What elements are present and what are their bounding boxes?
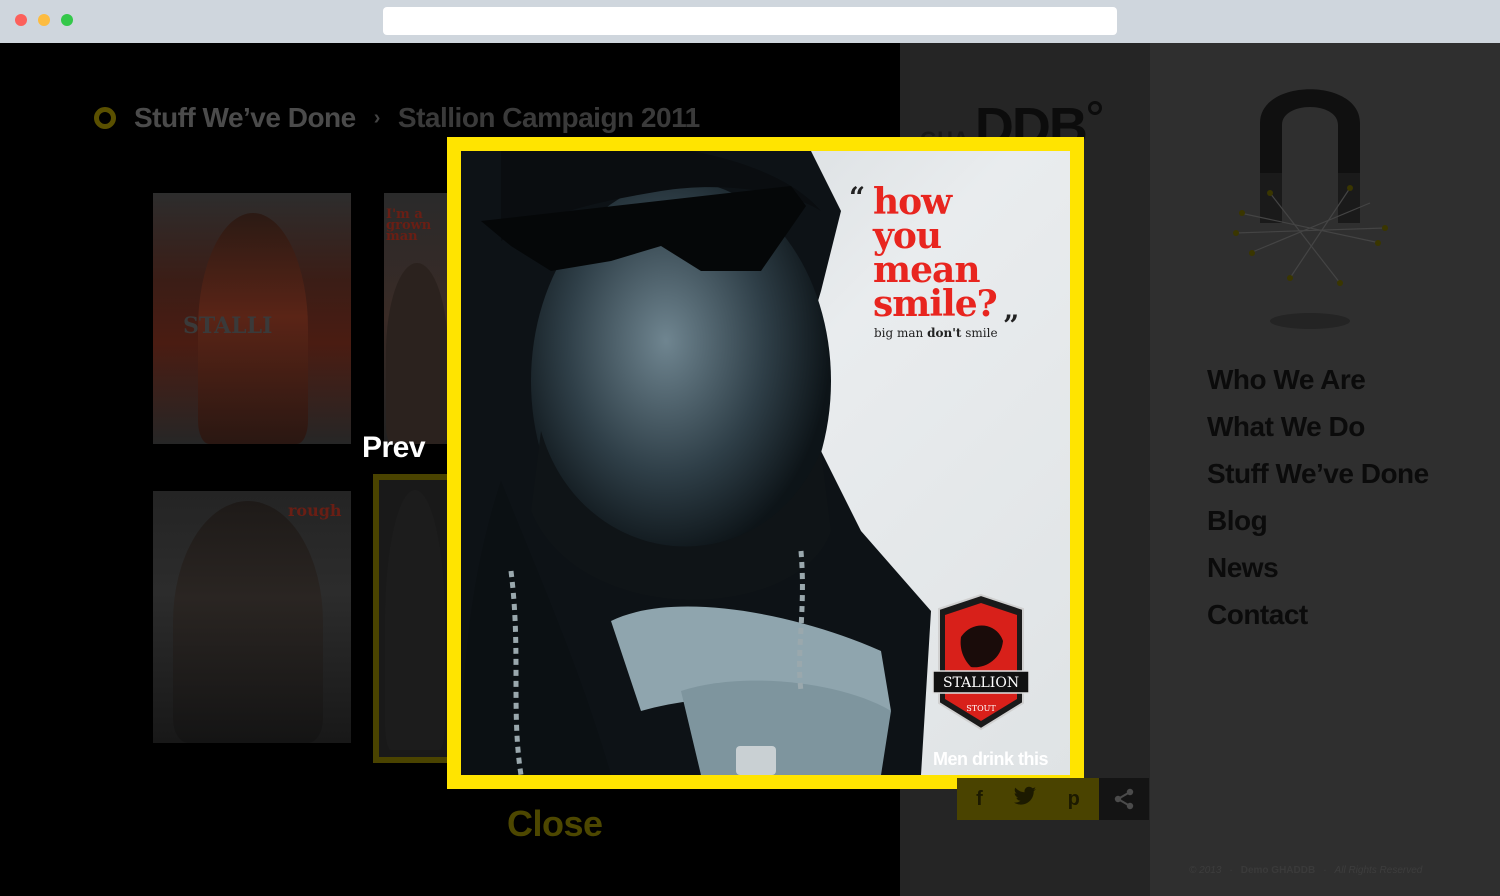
ad-subline: big man don't smile: [874, 326, 998, 340]
breadcrumb-current: Stallion Campaign 2011: [397, 102, 700, 133]
minimize-window-icon[interactable]: [38, 14, 50, 26]
twitter-icon[interactable]: [1013, 786, 1037, 812]
thumbnail-caption: STALLI: [183, 313, 273, 339]
prev-button[interactable]: Prev: [362, 431, 426, 465]
share-bar: f p: [957, 778, 1149, 820]
maximize-window-icon[interactable]: [61, 14, 73, 26]
nav-what-we-do[interactable]: What We Do: [1207, 408, 1429, 445]
breadcrumb: Stuff We’ve Done › Stallion Campaign 201…: [94, 101, 700, 135]
nav-who-we-are[interactable]: Who We Are: [1207, 361, 1429, 398]
footer-separator: ·: [1323, 865, 1327, 876]
lightbox-image: “ how you mean smile? ” big man don't sm…: [461, 151, 1070, 775]
close-window-icon[interactable]: [15, 14, 27, 26]
nav-blog[interactable]: Blog: [1207, 502, 1429, 539]
footer-rights: All Rights Reserved: [1334, 865, 1423, 876]
thumbnail-caption: I'm a grown man: [386, 207, 432, 244]
ad-headline: how you mean smile?: [873, 181, 998, 325]
nav-contact[interactable]: Contact: [1207, 596, 1429, 633]
footer-year: © 2013: [1189, 865, 1222, 876]
main-nav: Who We Are What We Do Stuff We’ve Done B…: [1207, 361, 1429, 633]
nav-stuff-weve-done[interactable]: Stuff We’ve Done: [1207, 455, 1429, 492]
thumbnail-caption: rough: [288, 501, 342, 520]
footer-site: Demo GHADDB: [1240, 865, 1316, 876]
headline-line: smile?: [873, 283, 998, 325]
page: Stuff We’ve Done › Stallion Campaign 201…: [0, 43, 1500, 896]
gallery-thumbnail[interactable]: rough: [153, 491, 351, 743]
thumbnail-figure: [173, 501, 323, 743]
ring-icon: [94, 107, 116, 129]
brand-sub: STOUT: [966, 704, 996, 713]
logo-degree-icon: [1087, 101, 1102, 115]
headline-line: mean: [873, 249, 980, 291]
headline-line: how: [873, 181, 952, 223]
share-icon[interactable]: [1099, 778, 1149, 820]
breadcrumb-separator: ›: [373, 106, 381, 129]
stallion-label-icon: STALLION STOUT: [932, 593, 1030, 731]
thumbnail-figure: [386, 263, 448, 444]
nav-news[interactable]: News: [1207, 549, 1429, 586]
close-button[interactable]: Close: [507, 803, 603, 845]
facebook-icon[interactable]: f: [976, 788, 983, 811]
address-bar[interactable]: [383, 7, 1117, 35]
ad-tagline: Men drink this: [933, 749, 1049, 769]
gallery-thumbnail[interactable]: I'm a grown man: [384, 193, 448, 444]
headline-line: you: [873, 215, 942, 257]
gallery-thumbnail[interactable]: STALLI: [153, 193, 351, 444]
pinterest-icon[interactable]: p: [1068, 788, 1080, 811]
quote-close-icon: ”: [1003, 309, 1020, 342]
footer-separator: ·: [1229, 865, 1233, 876]
lightbox: “ how you mean smile? ” big man don't sm…: [447, 137, 1084, 789]
breadcrumb-section[interactable]: Stuff We’ve Done: [134, 102, 356, 134]
social-buttons: f p: [957, 778, 1099, 820]
browser-toolbar: [0, 0, 1500, 43]
brand-name: STALLION: [943, 675, 1019, 691]
footer: © 2013 · Demo GHADDB · All Rights Reserv…: [1189, 865, 1422, 876]
quote-open-icon: “: [849, 181, 866, 214]
thumbnail-figure: [385, 490, 445, 750]
gallery-thumbnail-selected[interactable]: [373, 474, 453, 763]
magnet-icon: [1233, 89, 1388, 329]
